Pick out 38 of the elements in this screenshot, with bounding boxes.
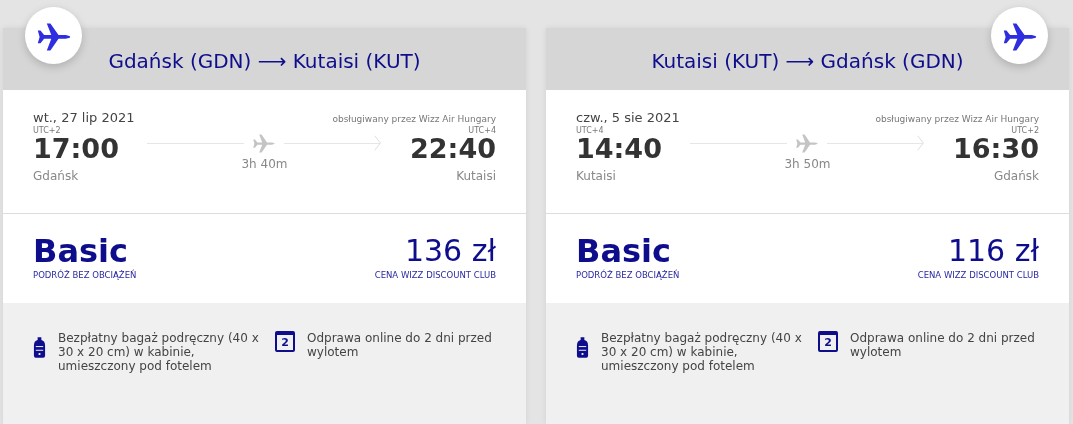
- utc-label: UTC+4: [576, 126, 605, 135]
- feature-text: Odprawa online do 2 dni przed wylotem: [307, 331, 493, 359]
- utc-label: UTC+2: [33, 126, 62, 135]
- duration-text: 3h 50m: [784, 157, 831, 171]
- price-text: 136 zł: [404, 234, 496, 268]
- flight-date: wt., 27 lip 2021: [33, 110, 135, 125]
- calendar-icon: 2: [275, 331, 295, 352]
- time-text: 14:40: [576, 135, 662, 163]
- feature-text: Bezpłatny bagaż podręczny (40 x 30 x 20 cm) w kabinie, umieszczony pod fotelem: [58, 331, 260, 373]
- route-title: Kutaisi (KUT) ⟶ Gdańsk (GDN): [651, 48, 964, 75]
- time-text: 17:00: [33, 135, 119, 163]
- price-text: 116 zł: [947, 234, 1039, 268]
- city-name: Kutaisi: [576, 169, 617, 183]
- fare-subtitle: PODRÓŻ BEZ OBCIĄŻEŃ: [33, 270, 137, 280]
- city-name: Gdańsk: [993, 169, 1039, 183]
- calendar-icon: 2: [818, 331, 838, 352]
- operator-text: obsługiwany przez Wizz Air Hungary: [332, 114, 496, 124]
- city-name: Kutaisi: [456, 169, 496, 183]
- backpack-icon: [33, 337, 46, 358]
- utc-label: UTC+2: [1011, 126, 1039, 135]
- feature-text: Odprawa online do 2 dni przed wylotem: [850, 331, 1036, 359]
- time-text: 16:30: [953, 135, 1039, 163]
- time-text: 22:40: [410, 135, 496, 163]
- utc-label: UTC+4: [468, 126, 496, 135]
- price-note: CENA WIZZ DISCOUNT CLUB: [374, 270, 496, 280]
- feature-text: Bezpłatny bagaż podręczny (40 x 30 x 20 cm) w kabinie, umieszczony pod fotelem: [601, 331, 803, 373]
- chevron-icon: [917, 134, 926, 152]
- operator-text: obsługiwany przez Wizz Air Hungary: [875, 114, 1039, 124]
- route-title: Gdańsk (GDN) ⟶ Kutaisi (KUT): [108, 48, 421, 75]
- fare-subtitle: PODRÓŻ BEZ OBCIĄŻEŃ: [576, 270, 680, 280]
- fare-name: Basic: [576, 234, 671, 268]
- duration-text: 3h 40m: [241, 157, 288, 171]
- chevron-icon: [374, 134, 383, 152]
- backpack-icon: [576, 337, 589, 358]
- city-name: Gdańsk: [33, 169, 80, 183]
- fare-name: Basic: [33, 234, 128, 268]
- price-note: CENA WIZZ DISCOUNT CLUB: [917, 270, 1039, 280]
- flight-date: czw., 5 sie 2021: [576, 110, 680, 125]
